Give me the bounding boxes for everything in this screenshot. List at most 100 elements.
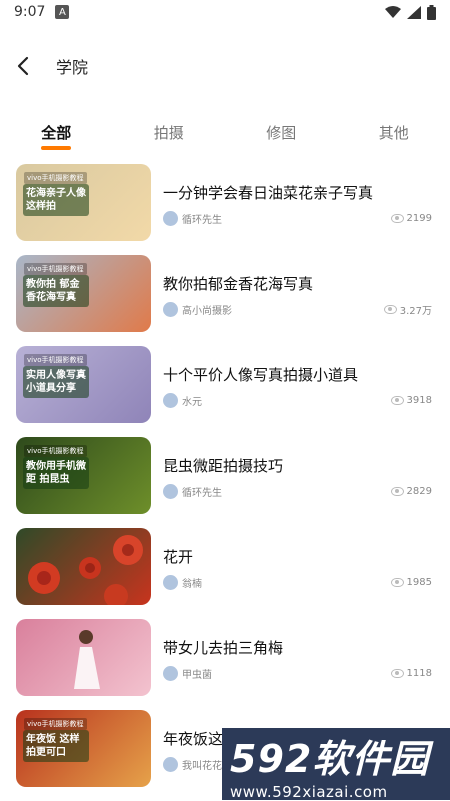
avatar	[163, 757, 178, 772]
thumbnail-tag: vivo手机摄影教程	[24, 172, 87, 184]
view-count: 1118	[407, 668, 432, 679]
watermark-url: www.592xiazai.com	[230, 783, 450, 801]
avatar	[163, 393, 178, 408]
list-item[interactable]: vivo手机摄影教程 教你拍 郁金香花海写真 教你拍郁金香花海写真 高小尚摄影 …	[16, 255, 432, 346]
item-title: 带女儿去拍三角梅	[163, 637, 432, 658]
page-title: 学院	[56, 54, 88, 78]
thumbnail: vivo手机摄影教程 年夜饭 这样拍更可口	[16, 710, 151, 787]
list-item[interactable]: 带女儿去拍三角梅 甲虫菌 1118	[16, 619, 432, 710]
item-meta: 循环先生 2199	[163, 211, 432, 226]
item-meta: 水元 3918	[163, 393, 432, 408]
wifi-icon	[385, 6, 401, 19]
avatar	[163, 666, 178, 681]
thumbnail	[16, 619, 151, 696]
item-meta: 甲虫菌 1118	[163, 666, 432, 681]
thumbnail-caption: 教你用手机微距 拍昆虫	[23, 457, 89, 489]
thumbnail: vivo手机摄影教程 花海亲子人像 这样拍	[16, 164, 151, 241]
tab-label: 全部	[41, 124, 71, 142]
watermark-brand: 592软件园	[230, 728, 450, 783]
list-item[interactable]: vivo手机摄影教程 教你用手机微距 拍昆虫 昆虫微距拍摄技巧 循环先生 282…	[16, 437, 432, 528]
item-title: 十个平价人像写真拍摄小道具	[163, 364, 432, 385]
views: 3918	[391, 395, 432, 406]
author-name: 水元	[182, 393, 202, 408]
tab-shooting[interactable]: 拍摄	[113, 118, 226, 150]
view-count: 1985	[407, 577, 432, 588]
avatar	[163, 484, 178, 499]
thumbnail-caption: 花海亲子人像 这样拍	[23, 184, 89, 216]
eye-icon	[391, 487, 404, 496]
thumbnail: vivo手机摄影教程 实用人像写真 小道具分享	[16, 346, 151, 423]
girl-photo-image	[16, 619, 151, 696]
avatar	[163, 302, 178, 317]
category-tabs: 全部 拍摄 修图 其他	[0, 118, 450, 150]
author-name: 循环先生	[182, 211, 222, 226]
status-bar: 9:07 A	[0, 0, 450, 24]
item-info: 昆虫微距拍摄技巧 循环先生 2829	[163, 437, 432, 499]
tab-indicator	[41, 146, 71, 150]
battery-icon	[427, 5, 436, 20]
author-name: 我叫花花	[182, 757, 222, 772]
author-name: 高小尚摄影	[182, 302, 232, 317]
views: 3.27万	[384, 302, 432, 317]
thumbnail-tag: vivo手机摄影教程	[24, 354, 87, 366]
item-title: 花开	[163, 546, 432, 567]
tab-label: 拍摄	[154, 124, 184, 142]
item-title: 教你拍郁金香花海写真	[163, 273, 432, 294]
site-watermark: 592软件园 www.592xiazai.com	[222, 728, 450, 800]
signal-icon	[407, 6, 421, 19]
item-info: 教你拍郁金香花海写真 高小尚摄影 3.27万	[163, 255, 432, 317]
item-title: 昆虫微距拍摄技巧	[163, 455, 432, 476]
views: 2829	[391, 486, 432, 497]
item-info: 带女儿去拍三角梅 甲虫菌 1118	[163, 619, 432, 681]
thumbnail: vivo手机摄影教程 教你用手机微距 拍昆虫	[16, 437, 151, 514]
eye-icon	[384, 305, 397, 314]
views: 2199	[391, 213, 432, 224]
article-list: vivo手机摄影教程 花海亲子人像 这样拍 一分钟学会春日油菜花亲子写真 循环先…	[16, 164, 432, 801]
item-meta: 翁楠 1985	[163, 575, 432, 590]
views: 1985	[391, 577, 432, 588]
back-button[interactable]	[16, 48, 56, 84]
list-item[interactable]: vivo手机摄影教程 花海亲子人像 这样拍 一分钟学会春日油菜花亲子写真 循环先…	[16, 164, 432, 255]
author-name: 翁楠	[182, 575, 202, 590]
item-info: 十个平价人像写真拍摄小道具 水元 3918	[163, 346, 432, 408]
eye-icon	[391, 396, 404, 405]
item-info: 花开 翁楠 1985	[163, 528, 432, 590]
author-name: 甲虫菌	[182, 666, 212, 681]
author-name: 循环先生	[182, 484, 222, 499]
views: 1118	[391, 668, 432, 679]
avatar	[163, 575, 178, 590]
thumbnail-caption: 实用人像写真 小道具分享	[23, 366, 89, 398]
item-info: 一分钟学会春日油菜花亲子写真 循环先生 2199	[163, 164, 432, 226]
view-count: 2829	[407, 486, 432, 497]
thumbnail-tag: vivo手机摄影教程	[24, 263, 87, 275]
thumbnail-tag: vivo手机摄影教程	[24, 718, 87, 730]
eye-icon	[391, 214, 404, 223]
thumbnail-caption: 年夜饭 这样拍更可口	[23, 730, 89, 762]
thumbnail	[16, 528, 151, 605]
tab-all[interactable]: 全部	[0, 118, 113, 150]
status-icons	[385, 5, 436, 20]
tab-other[interactable]: 其他	[338, 118, 450, 150]
eye-icon	[391, 669, 404, 678]
notification-a-icon: A	[55, 5, 69, 19]
item-title: 一分钟学会春日油菜花亲子写真	[163, 182, 432, 203]
view-count: 3.27万	[400, 302, 432, 317]
avatar	[163, 211, 178, 226]
tab-label: 其他	[379, 124, 409, 142]
item-meta: 循环先生 2829	[163, 484, 432, 499]
eye-icon	[391, 578, 404, 587]
tab-editing[interactable]: 修图	[225, 118, 338, 150]
thumbnail-tag: vivo手机摄影教程	[24, 445, 87, 457]
view-count: 2199	[407, 213, 432, 224]
status-time: 9:07	[14, 4, 45, 20]
thumbnail-caption: 教你拍 郁金香花海写真	[23, 275, 89, 307]
flower-image	[16, 528, 151, 605]
list-item[interactable]: vivo手机摄影教程 实用人像写真 小道具分享 十个平价人像写真拍摄小道具 水元…	[16, 346, 432, 437]
item-meta: 高小尚摄影 3.27万	[163, 302, 432, 317]
chevron-left-icon	[16, 56, 30, 76]
app-bar: 学院	[0, 48, 450, 84]
list-item[interactable]: 花开 翁楠 1985	[16, 528, 432, 619]
view-count: 3918	[407, 395, 432, 406]
thumbnail: vivo手机摄影教程 教你拍 郁金香花海写真	[16, 255, 151, 332]
tab-label: 修图	[266, 124, 296, 142]
